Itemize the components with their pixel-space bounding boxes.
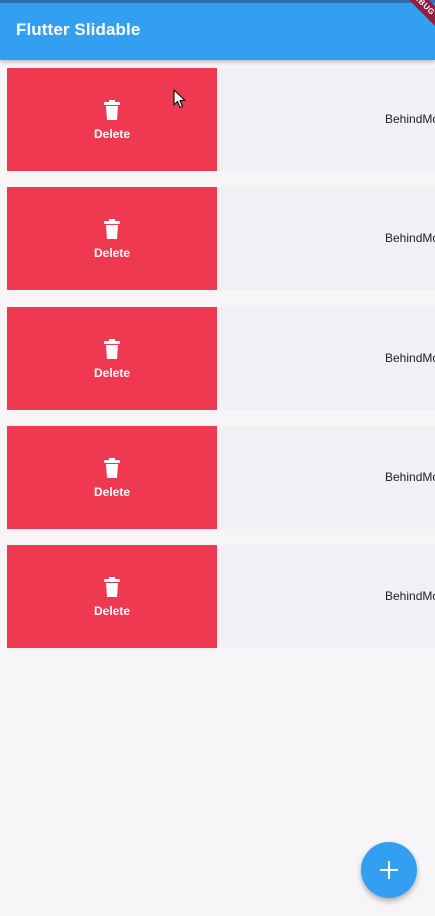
- list-item[interactable]: Delete BehindMotion: [7, 187, 435, 290]
- mouse-cursor-icon: [173, 89, 186, 109]
- delete-action-button[interactable]: Delete: [7, 68, 217, 171]
- delete-label: Delete: [93, 485, 131, 499]
- list-item[interactable]: Delete BehindMotion: [7, 68, 435, 171]
- trash-icon: [104, 219, 120, 239]
- list-item-text: BehindMotion: [385, 112, 435, 126]
- delete-label: Delete: [93, 604, 131, 618]
- delete-label: Delete: [93, 246, 131, 260]
- delete-label: Delete: [93, 127, 131, 141]
- list-item-text: BehindMotion: [385, 231, 435, 245]
- debug-banner: DEBUG: [392, 0, 435, 33]
- trash-icon: [104, 339, 120, 359]
- list-item[interactable]: Delete BehindMotion: [7, 307, 435, 410]
- trash-icon: [104, 458, 120, 478]
- app-title: Flutter Slidable: [16, 20, 141, 39]
- list-item[interactable]: Delete BehindMotion: [7, 426, 435, 529]
- delete-action-button[interactable]: Delete: [7, 187, 217, 290]
- status-strip: [0, 0, 435, 3]
- delete-action-button[interactable]: Delete: [7, 307, 217, 410]
- delete-label: Delete: [93, 366, 131, 380]
- delete-action-button[interactable]: Delete: [7, 545, 217, 648]
- add-fab-button[interactable]: [361, 842, 417, 898]
- list-item-text: BehindMotion: [385, 589, 435, 603]
- delete-action-button[interactable]: Delete: [7, 426, 217, 529]
- app-bar: Flutter Slidable DEBUG: [0, 0, 435, 60]
- list-item[interactable]: Delete BehindMotion: [7, 545, 435, 648]
- trash-icon: [104, 100, 120, 120]
- trash-icon: [104, 577, 120, 597]
- list-item-text: BehindMotion: [385, 351, 435, 365]
- list-item-text: BehindMotion: [385, 470, 435, 484]
- plus-icon: [380, 861, 398, 879]
